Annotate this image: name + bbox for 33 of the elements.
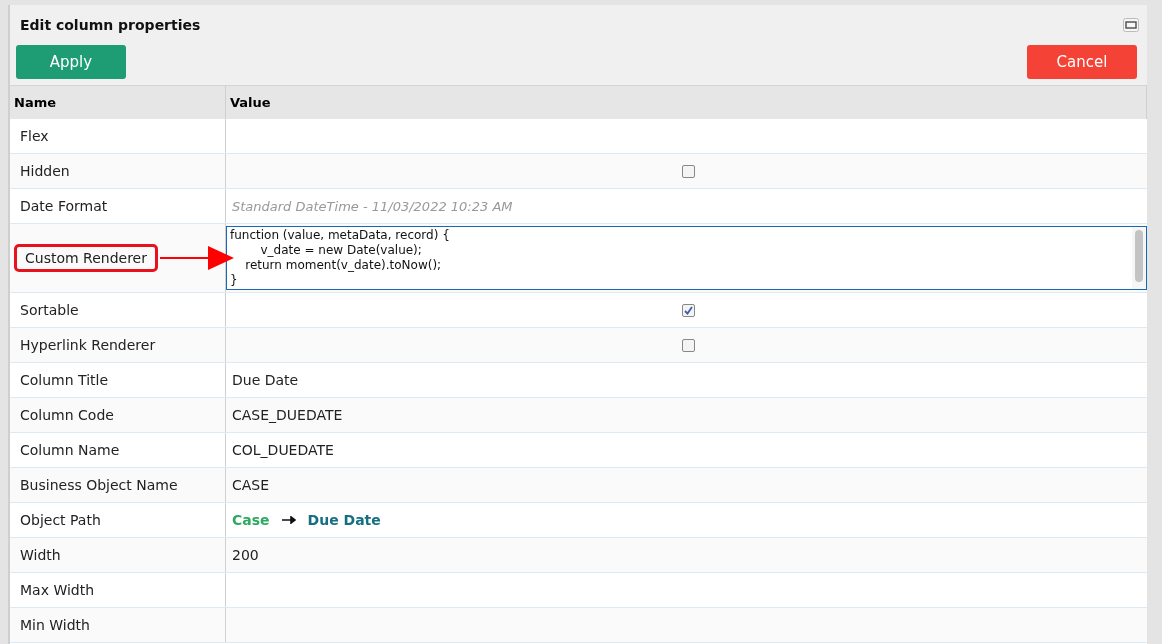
property-name: Column Code (20, 407, 114, 423)
maximize-icon[interactable] (1123, 18, 1139, 32)
scrollbar-thumb[interactable] (1135, 230, 1143, 282)
window-title: Edit column properties (20, 17, 201, 33)
apply-button[interactable]: Apply (16, 45, 126, 79)
path-link[interactable]: Case (232, 512, 270, 528)
code-text: function (value, metaData, record) { v_date = new Date(value); return moment(v_date).toNow(); } (229, 227, 451, 289)
property-name: Hidden (20, 163, 70, 179)
cell-value: 200 (232, 547, 259, 563)
property-name: Max Width (20, 582, 95, 598)
property-name: Business Object Name (20, 477, 178, 493)
code-field[interactable]: function (value, metaData, record) { v_date = new Date(value); return moment(v_date).toNow(); } (226, 226, 1147, 290)
property-name: Sortable (20, 302, 79, 318)
cancel-button[interactable]: Cancel (1027, 45, 1137, 79)
property-name: Min Width (20, 617, 90, 633)
checkbox[interactable] (682, 338, 695, 352)
cell-value: COL_DUEDATE (232, 442, 334, 458)
property-name: Flex (20, 128, 49, 144)
property-name: Object Path (20, 512, 101, 528)
property-name: Column Title (20, 372, 109, 388)
property-name: Column Name (20, 442, 120, 458)
checkbox[interactable] (682, 164, 695, 178)
property-name: Date Format (20, 198, 108, 214)
right-arrow-icon (281, 516, 296, 524)
property-name: Width (20, 547, 61, 563)
cell-value: Due Date (232, 372, 299, 388)
property-name: Custom Renderer (14, 244, 158, 272)
cell-value: CASE_DUEDATE (232, 407, 343, 423)
path-link[interactable]: Due Date (307, 512, 381, 528)
date-format-field[interactable]: Standard DateTime - 11/03/2022 10:23 AM (232, 198, 1141, 214)
checkbox[interactable] (682, 303, 695, 317)
property-name: Hyperlink Renderer (20, 337, 156, 353)
cell-value: CASE (232, 477, 270, 493)
